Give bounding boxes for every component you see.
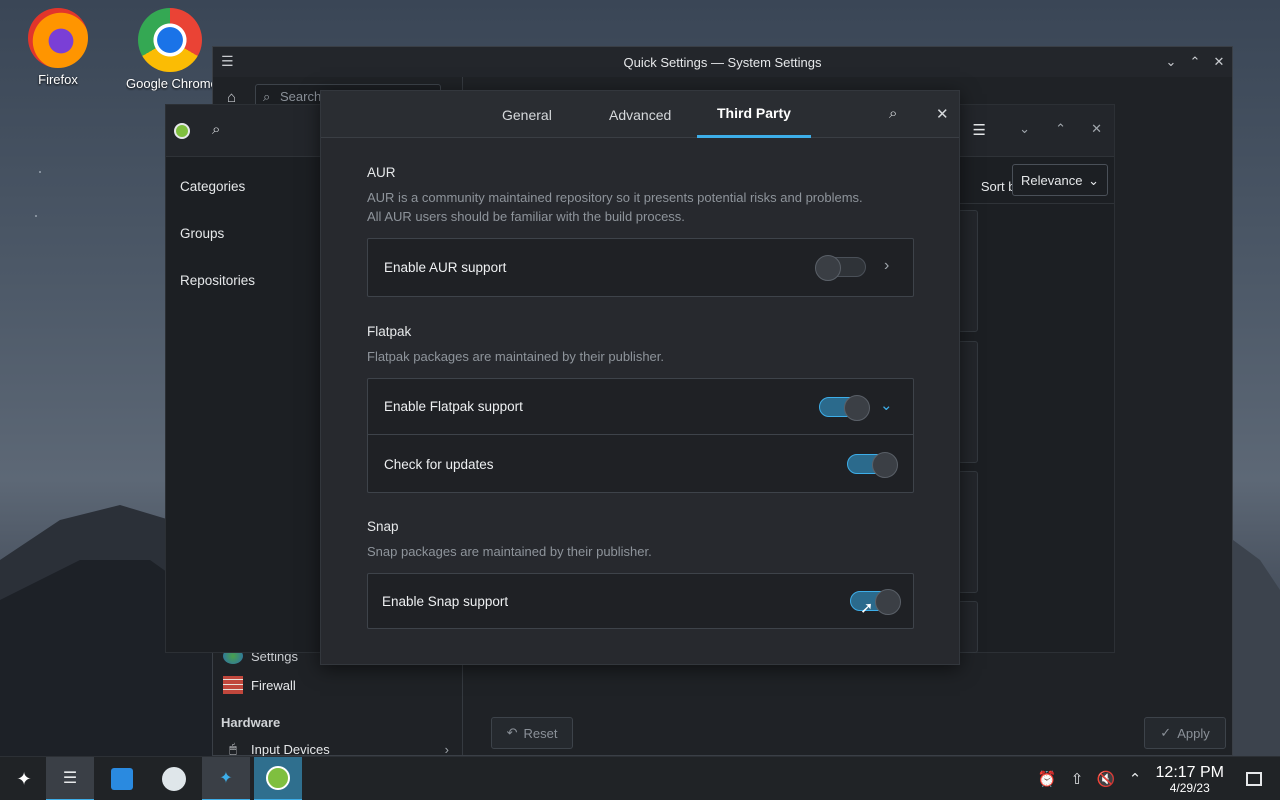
clock-time: 12:17 PM xyxy=(1155,764,1224,781)
flatpak-box: Enable Flatpak support ⌄ Check for updat… xyxy=(367,378,914,493)
maximize-icon[interactable]: ⌃ xyxy=(1055,121,1066,137)
sidebar-item-firewall[interactable]: Firewall xyxy=(221,671,455,699)
snap-enable-row[interactable]: Enable Snap support ➚ xyxy=(368,574,913,628)
undo-icon: ↶ xyxy=(506,725,518,740)
package-manager-sidebar: Categories Groups Repositories xyxy=(166,157,322,652)
clock[interactable]: 12:17 PM 4/29/23 xyxy=(1156,764,1224,795)
search-icon[interactable]: ⌕ xyxy=(889,105,897,122)
aur-section-title: AUR xyxy=(367,165,396,180)
nav-groups[interactable]: Groups xyxy=(180,226,224,241)
firefox-icon xyxy=(28,8,88,68)
chevron-up-icon[interactable]: ⌃ xyxy=(1123,757,1147,800)
taskbar-app[interactable] xyxy=(150,757,198,800)
tab-advanced[interactable]: Advanced xyxy=(609,91,671,138)
snap-box: Enable Snap support ➚ xyxy=(367,573,914,629)
settings-sliders-icon: ☰ xyxy=(62,770,78,787)
chevron-down-icon[interactable]: ⌄ xyxy=(880,396,893,414)
close-icon[interactable]: ✕ xyxy=(1091,121,1102,137)
desktop-icon-label: Google Chrome xyxy=(126,76,214,91)
flatpak-enable-row[interactable]: Enable Flatpak support ⌄ xyxy=(368,379,913,435)
minimize-icon[interactable]: ⌄ xyxy=(1019,121,1030,137)
check-updates-toggle[interactable] xyxy=(847,452,898,478)
window-title: Quick Settings — System Settings xyxy=(623,54,822,70)
taskbar: ✦ ☰ ✦ ⏰ ⇧ 🔇 ⌃ 12:17 PM 4/29/23 xyxy=(0,756,1280,800)
system-settings-titlebar: ☰ Quick Settings — System Settings ⌄ ⌃ ✕ xyxy=(213,47,1232,77)
firewall-icon xyxy=(223,676,243,694)
minimize-icon[interactable]: ⌄ xyxy=(1164,54,1178,70)
flatpak-check-updates-row[interactable]: Check for updates xyxy=(368,436,913,492)
application-launcher-icon[interactable]: ✦ xyxy=(0,757,48,800)
aur-desc-line2: All AUR users should be familiar with th… xyxy=(367,209,685,224)
aur-box: Enable AUR support › xyxy=(367,238,914,297)
volume-muted-icon[interactable]: 🔇 xyxy=(1094,757,1118,800)
close-icon[interactable]: ✕ xyxy=(1212,54,1226,70)
pamac-logo-icon xyxy=(174,123,190,139)
apply-button[interactable]: ✓ Apply xyxy=(1144,717,1226,749)
clock-date: 4/29/23 xyxy=(1169,781,1210,795)
aur-description: AUR is a community maintained repository… xyxy=(367,188,927,226)
flatpak-description: Flatpak packages are maintained by their… xyxy=(367,349,665,364)
nav-repositories[interactable]: Repositories xyxy=(180,273,255,288)
flatpak-section-title: Flatpak xyxy=(367,324,412,339)
sort-select[interactable]: Relevance ⌄ xyxy=(1012,164,1108,196)
notifications-icon[interactable]: ⏰ xyxy=(1035,757,1059,800)
chevron-right-icon[interactable]: › xyxy=(884,257,889,275)
desktop-chrome-icon[interactable]: Google Chrome xyxy=(126,8,214,91)
hamburger-menu-icon[interactable]: ☰ xyxy=(973,121,986,139)
taskbar-system-settings[interactable]: ☰ xyxy=(46,757,94,800)
package-card[interactable] xyxy=(958,471,978,593)
section-hardware: Hardware xyxy=(221,715,281,730)
preferences-dialog: General Advanced Third Party ⌕ ✕ AUR AUR… xyxy=(320,90,960,665)
reset-label: Reset xyxy=(523,725,558,741)
aur-toggle[interactable] xyxy=(815,255,866,281)
show-desktop-icon[interactable] xyxy=(1242,757,1266,800)
snap-description: Snap packages are maintained by their pu… xyxy=(367,544,652,559)
desktop-icon-label: Firefox xyxy=(38,72,78,87)
aur-enable-label: Enable AUR support xyxy=(384,260,507,275)
app-icon xyxy=(162,767,186,791)
mouse-cursor-icon: ➚ xyxy=(860,600,874,617)
taskbar-package-manager[interactable] xyxy=(254,757,302,800)
pamac-icon xyxy=(266,766,290,790)
close-icon[interactable]: ✕ xyxy=(936,105,949,123)
divider xyxy=(948,203,1114,204)
package-card[interactable] xyxy=(958,210,978,332)
package-card[interactable] xyxy=(958,601,978,653)
snap-section-title: Snap xyxy=(367,519,399,534)
chevron-right-icon: › xyxy=(444,741,449,757)
taskbar-launcher[interactable]: ✦ xyxy=(202,757,250,800)
kde-launcher-icon: ✦ xyxy=(219,770,233,787)
sidebar-item-label: Firewall xyxy=(251,677,296,693)
search-icon[interactable]: ⌕ xyxy=(212,121,220,138)
nav-categories[interactable]: Categories xyxy=(180,179,245,194)
sidebar-item-label: Input Devices xyxy=(251,741,330,757)
check-updates-label: Check for updates xyxy=(384,456,494,472)
package-card[interactable] xyxy=(958,341,978,463)
updates-icon[interactable]: ⇧ xyxy=(1065,757,1089,800)
aur-desc-line1: AUR is a community maintained repository… xyxy=(367,190,863,205)
flatpak-toggle[interactable] xyxy=(819,395,870,421)
flatpak-enable-label: Enable Flatpak support xyxy=(384,399,523,414)
tab-third-party[interactable]: Third Party xyxy=(697,91,811,138)
tab-general[interactable]: General xyxy=(502,91,552,138)
sort-value: Relevance xyxy=(1021,173,1083,188)
chevron-down-icon: ⌄ xyxy=(1088,173,1099,188)
snap-enable-label: Enable Snap support xyxy=(382,593,509,609)
apply-label: Apply xyxy=(1177,725,1210,741)
reset-button[interactable]: ↶ Reset xyxy=(491,717,573,749)
snap-toggle[interactable] xyxy=(850,589,901,615)
shopping-bag-icon xyxy=(111,768,133,790)
desktop-firefox-icon[interactable]: Firefox xyxy=(10,8,106,87)
taskbar-discover[interactable] xyxy=(98,757,146,800)
dialog-header: General Advanced Third Party ⌕ ✕ xyxy=(321,91,959,138)
mouse-icon: 🖱 xyxy=(229,741,237,756)
search-icon: ⌕ xyxy=(263,89,271,104)
check-icon: ✓ xyxy=(1160,725,1172,740)
chrome-icon xyxy=(138,8,202,72)
maximize-icon[interactable]: ⌃ xyxy=(1188,54,1202,70)
search-placeholder: Search xyxy=(280,89,322,104)
aur-enable-row[interactable]: Enable AUR support › xyxy=(368,239,913,296)
